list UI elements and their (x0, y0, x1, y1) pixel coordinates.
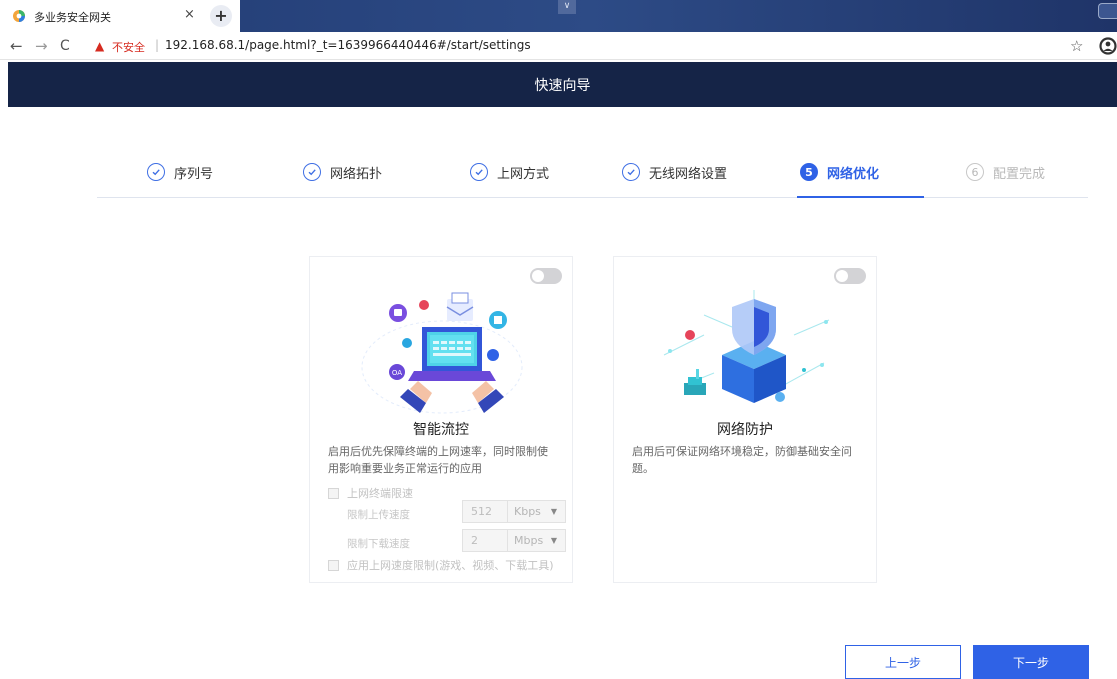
insecure-label[interactable]: 不安全 (112, 39, 145, 55)
upload-unit-value: Kbps (514, 505, 541, 518)
step-wireless-settings[interactable]: 无线网络设置 (622, 158, 727, 186)
terminal-limit-checkbox-row[interactable]: 上网终端限速 (328, 485, 413, 501)
toggle-knob (532, 270, 544, 282)
step-serial-number[interactable]: 序列号 (147, 158, 213, 186)
tab-search-chevron-icon[interactable]: ∨ (558, 0, 576, 14)
step-label: 网络优化 (827, 166, 880, 182)
new-tab-button[interactable]: + (210, 5, 232, 27)
check-circle-icon (303, 163, 321, 181)
upload-limit-label: 限制上传速度 (347, 509, 410, 521)
card-description: 启用后可保证网络环境稳定，防御基础安全问题。 (632, 445, 852, 475)
browser-tab[interactable]: 多业务安全网关 × (0, 0, 205, 32)
card-title: 智能流控 (413, 422, 469, 438)
active-step-underline (797, 196, 924, 198)
smart-flow-toggle[interactable] (530, 268, 562, 284)
smart-flow-card: OA 智能流控 启用后优先保障终端的上网速率，同时限制使用影响重要业务正常运行的… (309, 256, 573, 583)
check-circle-icon (147, 163, 165, 181)
step-label: 上网方式 (497, 166, 550, 182)
step-network-topology[interactable]: 网络拓扑 (303, 158, 382, 186)
bookmark-star-icon[interactable]: ☆ (1070, 37, 1083, 55)
window-control-icon[interactable] (1098, 3, 1117, 19)
check-circle-icon (470, 163, 488, 181)
tab-title: 多业务安全网关 (34, 11, 111, 24)
site-favicon-icon (13, 10, 25, 22)
net-protect-card: 网络防护 启用后可保证网络环境稳定，防御基础安全问题。 (613, 256, 877, 583)
url-separator: | (155, 38, 160, 52)
step-label: 序列号 (174, 166, 214, 182)
reload-icon[interactable]: C (60, 38, 70, 54)
next-step-button[interactable]: 下一步 (973, 645, 1089, 679)
dropdown-caret-icon: ▼ (550, 507, 557, 516)
download-unit-value: Mbps (514, 534, 544, 547)
app-header: 快速向导 (8, 62, 1117, 107)
upload-speed-value[interactable]: 512 (463, 501, 508, 522)
app-limit-checkbox[interactable] (328, 559, 339, 571)
shield-server-illustration-icon (663, 290, 830, 403)
tab-close-icon[interactable]: × (184, 7, 195, 22)
download-speed-value[interactable]: 2 (463, 530, 508, 551)
step-label: 网络拓扑 (330, 166, 383, 182)
back-arrow-icon[interactable]: ← (10, 37, 23, 55)
step-label: 无线网络设置 (649, 166, 728, 182)
step-internet-mode[interactable]: 上网方式 (470, 158, 549, 186)
app-limit-checkbox-row[interactable]: 应用上网速度限制(游戏、视频、下载工具) (328, 557, 554, 573)
tabstrip-background (240, 0, 1117, 32)
terminal-limit-checkbox[interactable] (328, 487, 339, 499)
warning-icon[interactable]: ▲ (95, 39, 104, 53)
url-field[interactable]: 192.168.68.1/page.html?_t=1639966440446#… (165, 38, 531, 52)
page-title: 快速向导 (534, 78, 591, 94)
check-circle-icon (622, 163, 640, 181)
forward-arrow-icon[interactable]: → (35, 37, 48, 55)
step-label: 配置完成 (993, 166, 1046, 182)
dropdown-caret-icon: ▼ (550, 536, 557, 545)
card-description: 启用后优先保障终端的上网速率，同时限制使用影响重要业务正常运行的应用 (328, 445, 548, 475)
download-speed-field[interactable]: 2 Mbps ▼ (462, 529, 566, 552)
net-protect-toggle[interactable] (834, 268, 866, 284)
card-title: 网络防护 (717, 422, 773, 438)
step-number-badge: 5 (800, 163, 818, 181)
terminal-limit-label: 上网终端限速 (347, 487, 413, 500)
download-limit-label: 限制下载速度 (347, 538, 410, 550)
step-config-complete[interactable]: 6 配置完成 (966, 158, 1045, 186)
upload-unit-select[interactable]: Kbps ▼ (508, 501, 565, 522)
download-unit-select[interactable]: Mbps ▼ (508, 530, 565, 551)
address-bar: ← → C ▲ 不安全 | 192.168.68.1/page.html?_t=… (0, 32, 1117, 60)
step-number-badge: 6 (966, 163, 984, 181)
toggle-knob (836, 270, 848, 282)
wizard-steps: 序列号 网络拓扑 上网方式 无线网络设置 5 网络优化 6 配置完成 (97, 158, 1088, 198)
browser-tabstrip: 多业务安全网关 × + ∨ (0, 0, 1117, 32)
profile-avatar-icon[interactable] (1098, 37, 1117, 55)
laptop-apps-illustration-icon: OA (361, 292, 523, 414)
app-limit-label: 应用上网速度限制(游戏、视频、下载工具) (347, 559, 554, 572)
step-network-optimization[interactable]: 5 网络优化 (800, 158, 879, 186)
oa-badge: OA (392, 369, 402, 377)
prev-step-button[interactable]: 上一步 (845, 645, 961, 679)
upload-speed-field[interactable]: 512 Kbps ▼ (462, 500, 566, 523)
